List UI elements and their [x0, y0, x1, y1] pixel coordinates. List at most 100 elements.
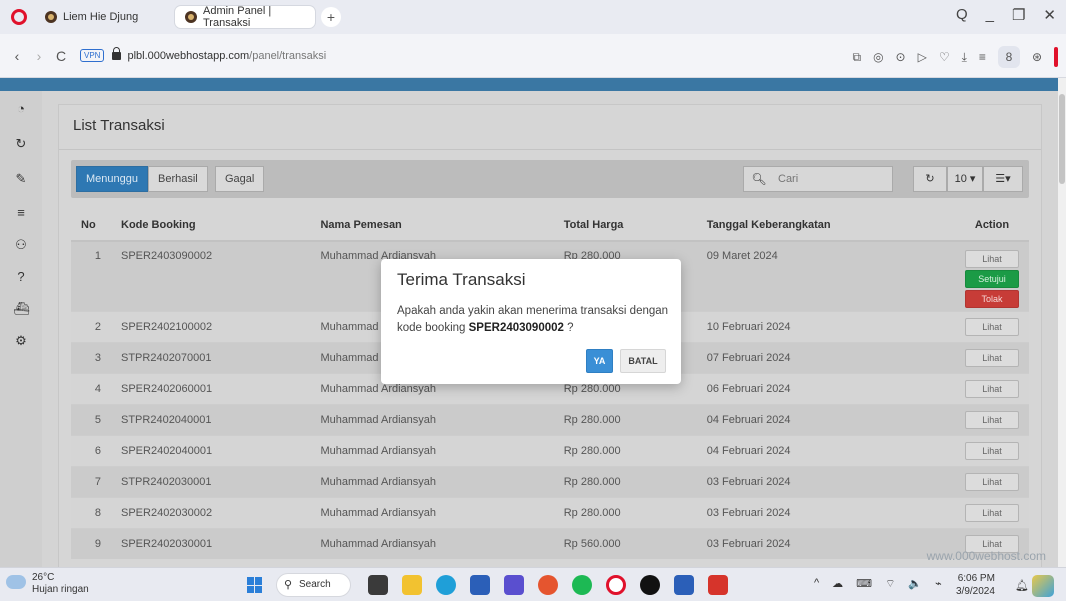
volume-icon[interactable]: 🔈 [908, 577, 922, 591]
edge-icon[interactable] [436, 575, 456, 595]
play-icon[interactable]: ▷ [918, 50, 927, 64]
column-header-kode[interactable]: Kode Booking [111, 209, 311, 242]
cell-no: 1 [71, 240, 111, 311]
database-icon[interactable]: ≡ [13, 205, 29, 221]
refresh-icon[interactable]: ↻ [13, 136, 29, 152]
column-header-nama[interactable]: Nama Pemesan [310, 209, 554, 242]
word-icon[interactable] [674, 575, 694, 595]
cell-action: Lihat [955, 496, 1029, 528]
weather-description: Hujan ringan [32, 584, 89, 595]
notification-icon[interactable]: 🔔︎ [1015, 579, 1029, 592]
column-header-tanggal[interactable]: Tanggal Keberangkatan [696, 209, 955, 242]
view-button[interactable]: Lihat [965, 410, 1019, 429]
reload-icon[interactable]: C [50, 48, 72, 64]
cell-tanggal: 10 Februari 2024 [696, 310, 955, 342]
profile-icon[interactable]: 8 [997, 46, 1020, 68]
opera-icon[interactable] [606, 575, 626, 595]
view-button[interactable]: Lihat [965, 503, 1019, 522]
view-button[interactable]: Lihat [965, 379, 1019, 398]
vpn-badge[interactable]: VPN [80, 49, 105, 62]
view-button[interactable]: Lihat [965, 348, 1019, 367]
keyboard-icon[interactable]: ⌨ [856, 577, 872, 591]
cell-no: 4 [71, 372, 111, 404]
page-scrollbar[interactable] [1058, 78, 1066, 567]
cell-kode: STPR2402040001 [111, 403, 311, 435]
close-icon[interactable]: ✕ [1043, 6, 1056, 24]
minimize-icon[interactable]: _ [986, 6, 994, 24]
table-row: 7 STPR2402030001 Muhammad Ardiansyah Rp … [71, 465, 1029, 497]
column-header-no[interactable]: No [71, 209, 111, 242]
start-icon[interactable] [247, 577, 263, 593]
spotify-icon[interactable] [572, 575, 592, 595]
lock-icon[interactable] [112, 46, 122, 60]
columns-toggle-button[interactable]: ☰▾ [983, 166, 1023, 192]
help-icon[interactable]: ? [13, 269, 29, 285]
camera-icon[interactable]: ◎ [873, 50, 883, 64]
confirm-yes-button[interactable]: YA [586, 349, 613, 373]
cell-action: Lihat [955, 403, 1029, 435]
sidebar-toggle-icon[interactable] [1054, 47, 1058, 67]
acrobat-icon[interactable] [708, 575, 728, 595]
weather-widget[interactable]: 26°C Hujan ringan [32, 572, 89, 596]
url-field[interactable]: plbl.000webhostapp.com/panel/transaksi [127, 50, 326, 62]
cell-action: Lihat [955, 341, 1029, 373]
battery-icon[interactable]: ⌁ [935, 577, 942, 591]
weather-icon[interactable] [6, 575, 26, 589]
approve-button[interactable]: Setujui [965, 270, 1019, 288]
refresh-button[interactable]: ↻ [913, 166, 947, 192]
ship-icon[interactable]: ⛴ [13, 301, 30, 317]
dashboard-icon[interactable]: ◔ [13, 101, 29, 117]
store-icon[interactable] [470, 575, 490, 595]
shield-icon[interactable]: ⊙ [896, 50, 906, 64]
gear-icon[interactable]: ⚙ [13, 333, 29, 349]
view-button[interactable]: Lihat [965, 317, 1019, 336]
tray-overflow-icon[interactable]: ^ [814, 577, 819, 591]
tab-gagal[interactable]: Gagal [215, 166, 265, 192]
clock[interactable]: 6:06 PM 3/9/2024 [956, 572, 995, 598]
view-button[interactable]: Lihat [965, 472, 1019, 491]
taskbar-search[interactable]: Search [276, 573, 351, 597]
clock-date: 3/9/2024 [956, 586, 995, 597]
page-size-select[interactable]: 10 ▾ [947, 166, 983, 192]
table-header-row: No Kode Booking Nama Pemesan Total Harga… [71, 209, 1029, 242]
cloud-icon[interactable]: ☁ [832, 577, 843, 591]
url-path: /panel/transaksi [249, 49, 327, 62]
menu-icon[interactable]: ≡ [979, 50, 986, 64]
back-icon[interactable]: ‹ [6, 48, 28, 64]
search-tabs-icon[interactable]: Q [956, 6, 968, 24]
hosting-watermark[interactable]: www.000webhost.com [927, 549, 1046, 563]
tiktok-icon[interactable] [640, 575, 660, 595]
tab-berhasil[interactable]: Berhasil [148, 166, 208, 192]
cancel-button[interactable]: BATAL [620, 349, 666, 373]
scrollbar-thumb[interactable] [1059, 94, 1065, 184]
cell-kode: STPR2402070001 [111, 341, 311, 373]
view-button[interactable]: Lihat [965, 441, 1019, 460]
tag-icon[interactable]: ✎ [13, 171, 29, 187]
browser-tab-2[interactable]: Admin Panel | Transaksi [175, 5, 315, 29]
file-explorer-icon[interactable] [402, 575, 422, 595]
extensions-icon[interactable]: ⊛ [1032, 50, 1042, 64]
tab-menunggu[interactable]: Menunggu [76, 166, 148, 192]
forward-icon[interactable]: › [28, 48, 50, 64]
cell-kode: SPER2403090002 [111, 240, 311, 311]
task-view-icon[interactable] [368, 575, 388, 595]
widgets-icon[interactable] [1032, 575, 1054, 597]
cell-no: 2 [71, 310, 111, 342]
search-icon[interactable]: 🔍︎ [744, 172, 774, 186]
restore-icon[interactable]: ❐ [1012, 6, 1025, 24]
browser-tab-1[interactable]: Liem Hie Djung [35, 6, 165, 28]
reject-button[interactable]: Tolak [965, 290, 1019, 308]
heart-icon[interactable]: ♡ [939, 50, 950, 64]
download-icon[interactable]: ⤓ [962, 50, 967, 65]
search-input[interactable] [778, 173, 878, 185]
new-tab-button[interactable]: + [321, 7, 341, 27]
chrome-icon[interactable] [538, 575, 558, 595]
edit-icon[interactable]: ⧉ [852, 50, 861, 65]
app-icon[interactable] [504, 575, 524, 595]
view-button[interactable]: Lihat [965, 250, 1019, 268]
opera-logo-icon[interactable] [11, 9, 27, 25]
users-icon[interactable]: ⚇ [13, 237, 29, 253]
cell-total: Rp 280.000 [553, 496, 697, 528]
wifi-icon[interactable]: ⌔ [885, 577, 895, 591]
column-header-total[interactable]: Total Harga [553, 209, 697, 242]
